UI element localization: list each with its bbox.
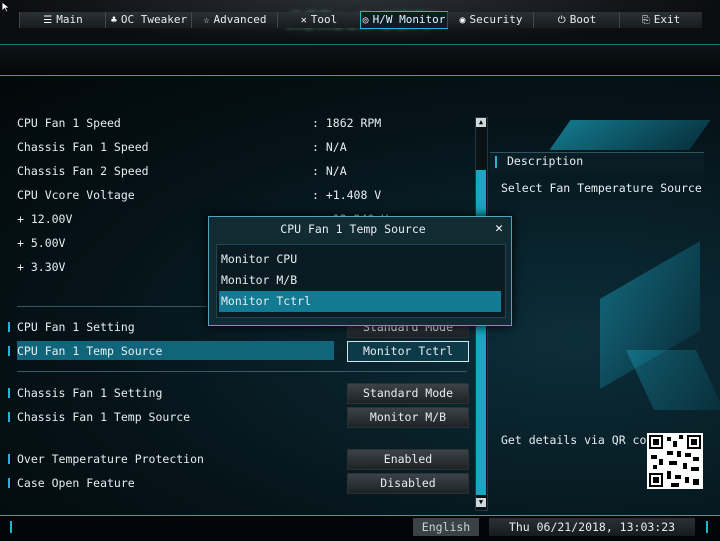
monitor-value: : +1.408 V: [312, 188, 382, 202]
monitor-label: Chassis Fan 1 Speed: [17, 140, 149, 154]
power-icon: ⏻: [557, 15, 566, 26]
tab-label: Exit: [653, 13, 681, 26]
monitor-label: CPU Fan 1 Speed: [17, 116, 121, 130]
language-button[interactable]: English: [413, 518, 479, 536]
setting-chassis-fan1-setting[interactable]: Chassis Fan 1 Setting: [17, 384, 162, 402]
monitor-label: + 12.00V: [17, 212, 73, 226]
tab-label: Security: [469, 13, 523, 26]
qr-code-icon: [647, 433, 703, 489]
option-monitor-tctrl[interactable]: Monitor Tctrl: [221, 291, 311, 311]
tab-oc-tweaker[interactable]: ♣ OC Tweaker: [105, 12, 192, 28]
option-monitor-mb[interactable]: Monitor M/B: [221, 270, 297, 290]
setting-cpu-fan1-temp-source[interactable]: CPU Fan 1 Temp Source: [17, 342, 162, 360]
qr-label: Get details via QR code: [501, 433, 661, 447]
row-marker: [8, 454, 10, 464]
monitor-label: + 5.00V: [17, 236, 66, 250]
tab-hw-monitor[interactable]: ◎ H/W Monitor: [360, 11, 448, 29]
tools-icon: ✕: [300, 15, 307, 26]
setting-case-open-feature[interactable]: Case Open Feature: [17, 474, 135, 492]
monitor-label: Chassis Fan 2 Speed: [17, 164, 149, 178]
star-icon: ☆: [203, 15, 210, 26]
status-marker: [706, 521, 708, 533]
section-divider: [17, 371, 467, 372]
monitor-value: : 1862 RPM: [312, 116, 382, 130]
monitor-label: CPU Vcore Voltage: [17, 188, 135, 202]
monitor-label: + 3.30V: [17, 260, 66, 274]
description-text: Select Fan Temperature Source: [501, 181, 702, 195]
monitor-value: : N/A: [312, 164, 347, 178]
tab-label: Advanced: [213, 13, 267, 26]
case-open-feature-button[interactable]: Disabled: [347, 473, 469, 494]
tab-bar: [0, 44, 720, 77]
description-marker: [495, 156, 497, 168]
tab-label: OC Tweaker: [120, 13, 188, 26]
section-divider: [17, 306, 207, 307]
tab-label: Main: [56, 13, 83, 26]
list-icon: ☰: [43, 15, 53, 26]
setting-chassis-fan1-temp-source[interactable]: Chassis Fan 1 Temp Source: [17, 408, 190, 426]
flame-icon: ♣: [110, 15, 117, 26]
tab-exit[interactable]: ⎘ Exit: [619, 12, 702, 28]
shield-icon: ◉: [459, 15, 466, 26]
tab-main[interactable]: ☰ Main: [19, 12, 106, 28]
tab-label: H/W Monitor: [372, 13, 446, 26]
close-icon[interactable]: ✕: [491, 221, 507, 237]
mouse-cursor-icon: [1, 1, 11, 13]
tab-security[interactable]: ◉ Security: [447, 12, 534, 28]
datetime-display: Thu 06/21/2018, 13:03:23: [489, 518, 695, 536]
row-marker: [8, 346, 10, 356]
tab-label: Tool: [310, 13, 338, 26]
setting-cpu-fan1-setting[interactable]: CPU Fan 1 Setting: [17, 318, 135, 336]
chassis-fan1-temp-source-button[interactable]: Monitor M/B: [347, 407, 469, 428]
over-temp-protection-button[interactable]: Enabled: [347, 449, 469, 470]
row-marker: [8, 322, 10, 332]
popup-title: CPU Fan 1 Temp Source: [280, 222, 426, 236]
scroll-up-icon[interactable]: ▲: [476, 118, 486, 127]
chassis-fan1-setting-button[interactable]: Standard Mode: [347, 383, 469, 404]
row-marker: [8, 412, 10, 422]
tab-boot[interactable]: ⏻ Boot: [533, 12, 620, 28]
row-marker: [8, 478, 10, 488]
scroll-down-icon[interactable]: ▼: [476, 498, 486, 507]
tab-tool[interactable]: ✕ Tool: [277, 12, 360, 28]
tab-label: Boot: [569, 13, 597, 26]
row-marker: [8, 388, 10, 398]
setting-over-temp-protection[interactable]: Over Temperature Protection: [17, 450, 204, 468]
status-marker: [10, 521, 12, 533]
exit-icon: ⎘: [641, 15, 650, 26]
monitor-value: : N/A: [312, 140, 347, 154]
tab-advanced[interactable]: ☆ Advanced: [191, 12, 278, 28]
cpu-fan1-temp-source-button[interactable]: Monitor Tctrl: [347, 341, 469, 362]
decor-shard: [549, 120, 711, 150]
option-monitor-cpu[interactable]: Monitor CPU: [221, 249, 297, 269]
description-title: Description: [507, 154, 584, 168]
monitor-icon: ◎: [362, 15, 369, 26]
